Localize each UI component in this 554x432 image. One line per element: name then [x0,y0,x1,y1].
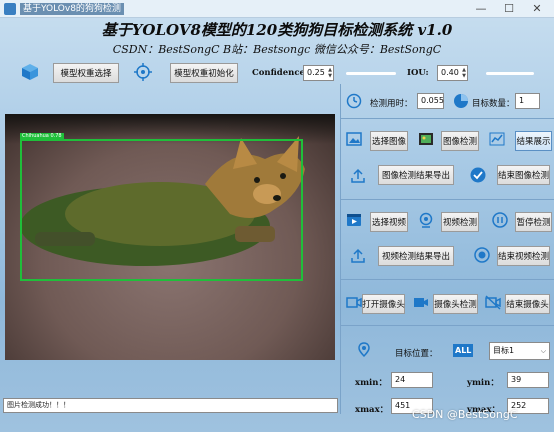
upload-icon [351,168,365,183]
xmin-field: 24 [391,372,433,388]
export-video-result-button[interactable]: 视频检测结果导出 [378,246,454,266]
stop-camera-button[interactable]: 结束摄像头 [505,294,550,314]
iou-slider[interactable] [486,72,534,75]
image-detect-button[interactable]: 图像检测 [441,131,479,151]
close-button[interactable]: ✕ [522,0,552,18]
confidence-slider[interactable] [346,72,396,75]
check-circle-icon [470,167,486,183]
line-chart-icon [489,132,505,146]
ymin-field: 39 [507,372,549,388]
confidence-value: 0.25 [307,68,325,77]
panel-divider [340,84,341,414]
time-label: 检测用时： [370,99,413,109]
open-camera-button[interactable]: 打开摄像头 [362,294,405,314]
confidence-label: Confidence: [252,68,309,78]
divider [341,279,554,280]
stop-video-detect-button[interactable]: 结束视频检测 [497,246,550,266]
export-image-result-button[interactable]: 图像检测结果导出 [378,165,454,185]
target-select-dropdown[interactable]: 目标1 ⌵ [489,342,550,360]
detection-label: Chihuahua 0.78 [20,133,64,140]
window-titlebar: 基于YOLOv8的狗狗检测 — ☐ ✕ [0,0,554,18]
stop-image-detect-button[interactable]: 结束图像检测 [497,165,550,185]
cube-icon [22,64,38,80]
status-bar: 图片检测成功！！！ [3,398,338,413]
pie-chart-icon [454,94,468,108]
window-title: 基于YOLOv8的狗狗检测 [20,3,124,15]
stop-circle-icon [474,247,490,263]
watermark: CSDN @BestSongC [412,408,518,421]
time-value-field: 0.055 [417,93,444,109]
maximize-button[interactable]: ☐ [494,0,524,18]
xmin-label: xmin： [355,378,387,388]
ymin-label: ymin： [467,378,499,388]
divider [341,199,554,200]
xmax-label: xmax： [355,405,389,415]
spin-arrows-icon: ▲ ▼ [462,67,466,79]
model-weight-select-button[interactable]: 模型权重选择 [53,63,119,83]
camera-detect-button[interactable]: 摄像头检测 [433,294,478,314]
chevron-down-icon: ⌵ [540,347,546,355]
iou-value: 0.40 [441,68,459,77]
upload-icon [351,248,365,263]
model-weight-init-button[interactable]: 模型权重初始化 [170,63,238,83]
video-detect-button[interactable]: 视频检测 [441,212,479,232]
pause-icon [492,212,508,228]
camera-icon [346,297,362,308]
target-position-label: 目标位置： [395,349,438,359]
target-icon [134,63,152,81]
confidence-spinbox[interactable]: 0.25 ▲ ▼ [303,65,334,81]
divider [341,118,554,119]
select-image-button[interactable]: 选择图像 [370,131,408,151]
divider [341,325,554,326]
webcam-icon [419,212,433,228]
detection-bounding-box [20,139,303,281]
location-pin-icon [358,342,370,358]
select-video-button[interactable]: 选择视频 [370,212,408,232]
image-display: Chihuahua 0.78 [5,114,335,360]
all-targets-badge: ALL [453,344,474,357]
spin-arrows-icon: ▲ ▼ [328,67,332,79]
page-subtitle: CSDN：BestSongC B站：Bestsongc 微信公众号：BestSo… [112,43,442,56]
page-title: 基于YOLOV8模型的120类狗狗目标检测系统 v1.0 [101,21,453,39]
iou-spinbox[interactable]: 0.40 ▲ ▼ [437,65,468,81]
app-icon [4,3,16,15]
show-result-button[interactable]: 结果展示 [515,131,552,151]
iou-label: IOU: [407,68,429,78]
count-label: 目标数量： [472,99,515,109]
image-detect-icon [419,133,433,145]
video-camera-icon [414,298,428,307]
video-file-icon [347,214,361,226]
target-select-value: 目标1 [493,346,515,355]
count-value-field: 1 [515,93,540,109]
minimize-button[interactable]: — [466,0,496,18]
image-icon [346,132,362,146]
clock-icon [346,93,362,109]
pause-detect-button[interactable]: 暂停检测 [515,212,552,232]
camera-off-icon [485,295,501,310]
